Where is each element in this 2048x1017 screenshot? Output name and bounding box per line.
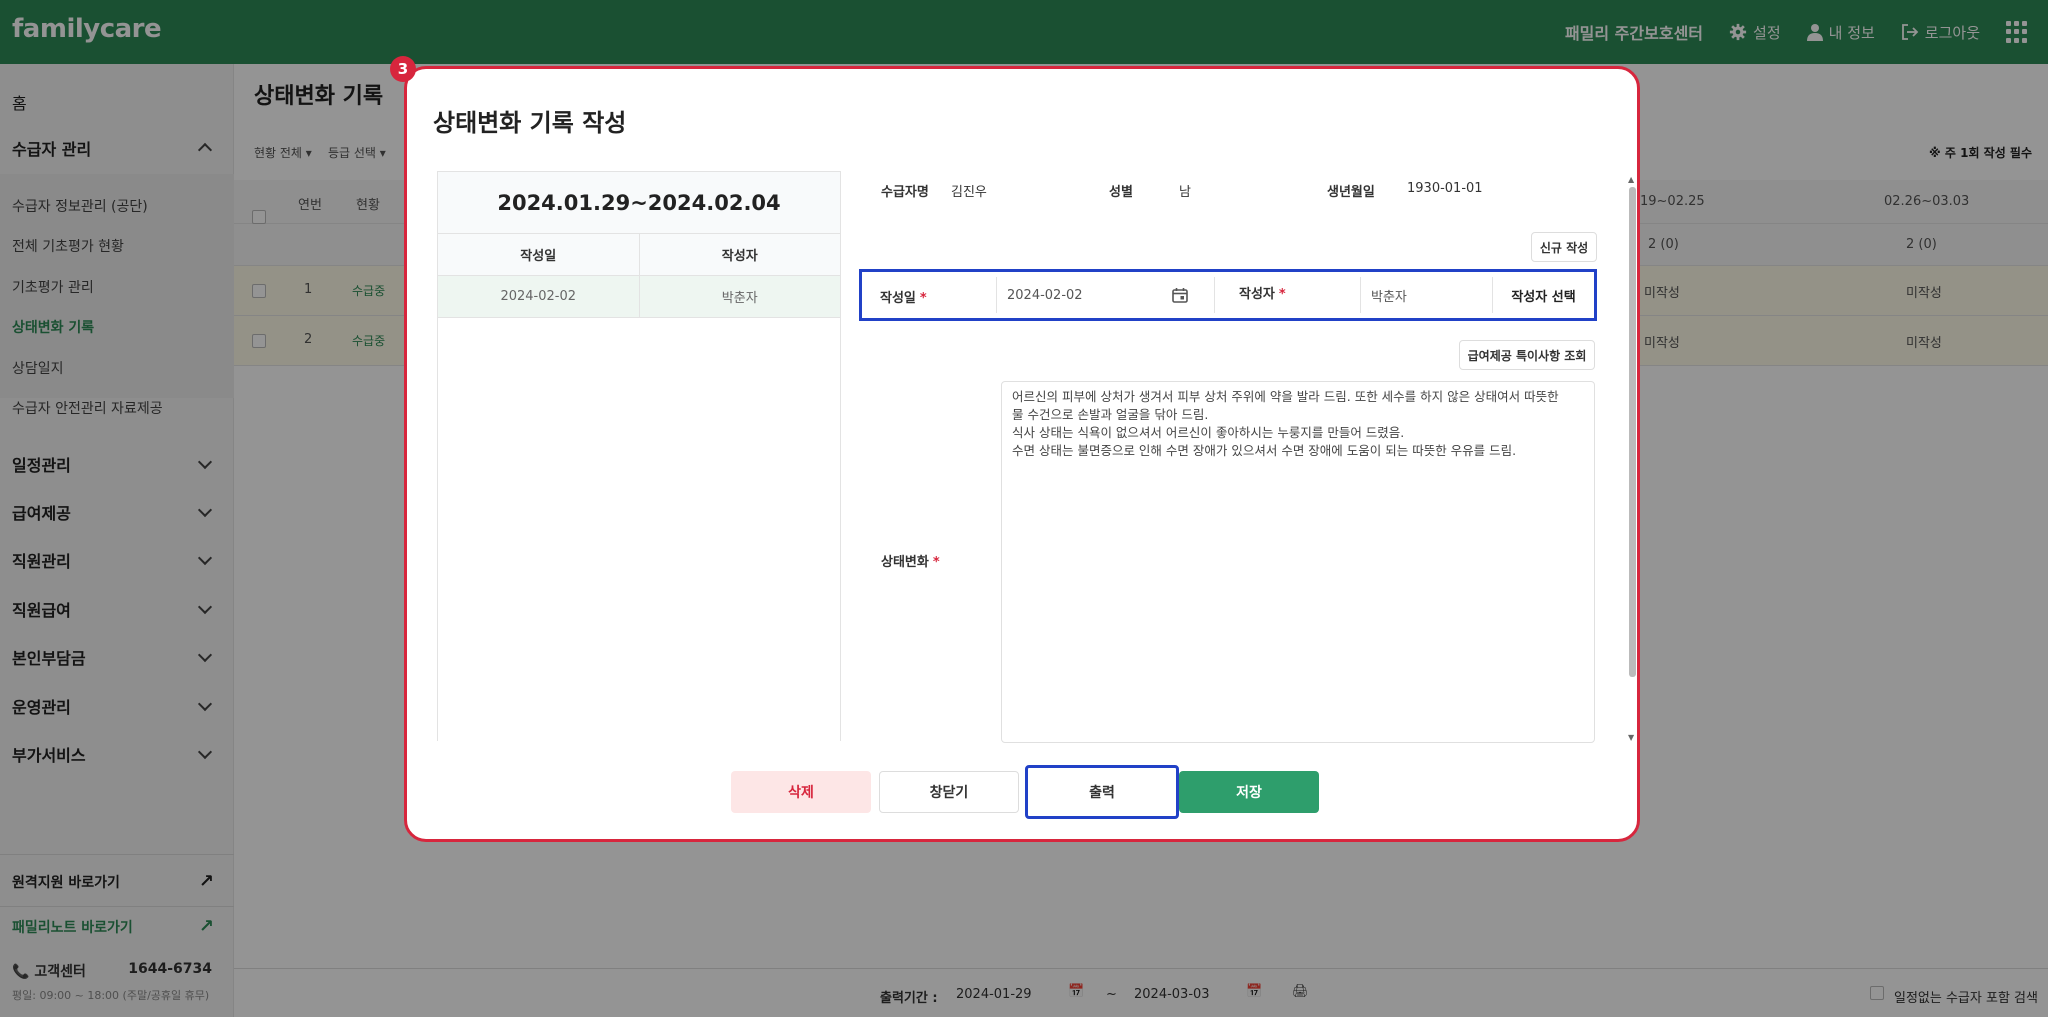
save-button[interactable]: 저장	[1179, 771, 1319, 813]
new-record-button[interactable]: 신규 작성	[1531, 232, 1597, 262]
status-change-label-wrap: 상태변화 *	[881, 551, 940, 570]
recipient-name-value: 김진우	[951, 185, 987, 200]
content-line: 수면 상태는 불면증으로 인해 수면 장애가 있으셔서 수면 장애에 도움이 되…	[1012, 443, 1517, 458]
writer-value: 박춘자	[1371, 289, 1407, 305]
required-mark: *	[1278, 287, 1286, 302]
benefit-notes-button[interactable]: 급여제공 특이사항 조회	[1459, 340, 1595, 370]
status-change-label: 상태변화	[881, 555, 929, 570]
calendar-icon[interactable]	[1172, 287, 1188, 303]
required-mark: *	[919, 291, 927, 306]
birth-value: 1930-01-01	[1407, 181, 1483, 196]
content-line: 물 수건으로 손발과 얼굴을 닦아 드림.	[1012, 407, 1209, 422]
status-change-textarea[interactable]: 어르신의 피부에 상처가 생겨서 피부 상처 주위에 약을 발라 드림. 또한 …	[1001, 381, 1595, 743]
content-line: 식사 상태는 식욕이 없으셔서 어르신이 좋아하시는 누룽지를 만들어 드렸음.	[1012, 425, 1405, 440]
record-list-row[interactable]: 2024-02-02 박춘자	[438, 276, 840, 318]
modal-scrollbar[interactable]: ▲ ▼	[1627, 175, 1637, 745]
required-mark: *	[932, 555, 940, 570]
scroll-thumb[interactable]	[1629, 187, 1636, 677]
list-row-date: 2024-02-02	[438, 276, 640, 317]
date-label: 작성일	[880, 291, 916, 306]
list-head-writer: 작성자	[721, 249, 758, 264]
list-head-date: 작성일	[438, 234, 640, 275]
recipient-info: 수급자명 김진우 성별 남 생년월일 1930-01-01	[881, 181, 1581, 205]
record-list-panel: 2024.01.29~2024.02.04 작성일 작성자 2024-02-02…	[437, 171, 841, 741]
delete-button[interactable]: 삭제	[731, 771, 871, 813]
modal-title: 상태변화 기록 작성	[433, 109, 627, 137]
scroll-down-arrow[interactable]: ▼	[1628, 733, 1634, 742]
print-button[interactable]: 출력	[1025, 765, 1179, 819]
write-info-row: 작성일 * 2024-02-02 작성자 * 박춘자 작성자 선택	[859, 269, 1597, 321]
close-button[interactable]: 창닫기	[879, 771, 1019, 813]
date-label-wrap: 작성일 *	[880, 287, 927, 306]
list-row-writer: 박춘자	[721, 291, 758, 306]
record-list-header: 작성일 작성자	[438, 234, 840, 276]
writer-label: 작성자	[1239, 287, 1275, 302]
writer-label-wrap: 작성자 *	[1214, 277, 1286, 313]
date-value: 2024-02-02	[1007, 287, 1083, 303]
status-change-modal: 상태변화 기록 작성 2024.01.29~2024.02.04 작성일 작성자…	[404, 66, 1640, 842]
gender-value: 남	[1179, 185, 1191, 200]
select-writer-button[interactable]: 작성자 선택	[1492, 277, 1594, 313]
gender-label: 성별	[1109, 185, 1133, 200]
scroll-up-arrow[interactable]: ▲	[1628, 175, 1634, 184]
date-input[interactable]: 2024-02-02	[996, 277, 1196, 313]
period-range: 2024.01.29~2024.02.04	[438, 172, 840, 234]
recipient-name-label: 수급자명	[881, 185, 929, 200]
writer-input[interactable]: 박춘자	[1360, 277, 1492, 313]
step-badge: 3	[390, 56, 416, 82]
content-line: 어르신의 피부에 상처가 생겨서 피부 상처 주위에 약을 발라 드림. 또한 …	[1012, 389, 1559, 404]
birth-label: 생년월일	[1327, 185, 1375, 200]
